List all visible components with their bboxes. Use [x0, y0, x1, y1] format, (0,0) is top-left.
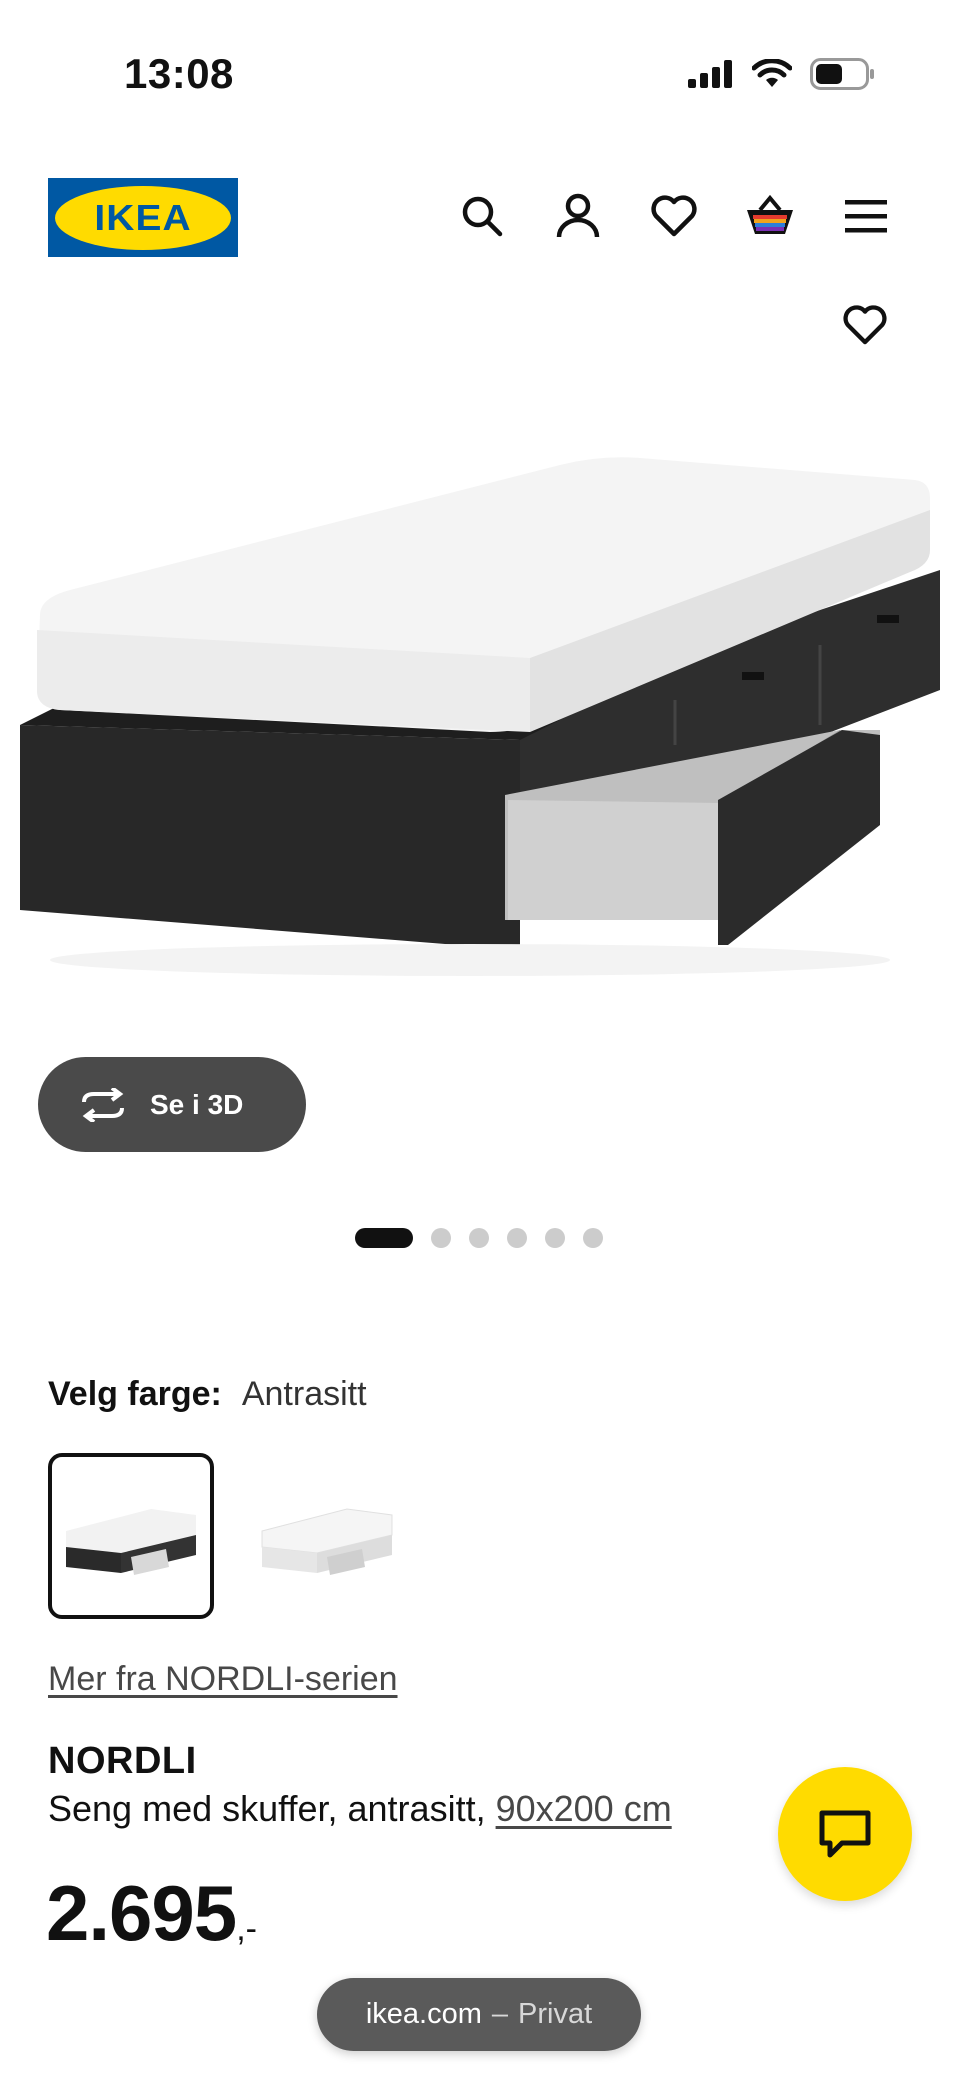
price-value: 2.695 — [46, 1869, 237, 1957]
favourites-icon[interactable] — [646, 188, 702, 244]
see-in-3d-label: Se i 3D — [150, 1088, 244, 1120]
wifi-icon — [752, 59, 792, 87]
search-icon[interactable] — [454, 188, 510, 244]
color-selection-row: Velg farge: Antrasitt — [48, 1375, 367, 1414]
product-name: NORDLI — [48, 1740, 197, 1782]
battery-icon — [810, 58, 874, 90]
url-mode: Privat — [518, 1998, 593, 2030]
swatch-white-image — [261, 1508, 393, 1575]
ikea-logo[interactable]: IKEA — [48, 178, 238, 257]
price-suffix: ,- — [236, 1910, 257, 1948]
product-image[interactable] — [0, 400, 960, 1060]
logo-text: IKEA — [94, 196, 192, 238]
color-swatch-white[interactable] — [244, 1453, 410, 1619]
pager-dot-6[interactable] — [583, 1228, 603, 1248]
chat-button[interactable] — [778, 1767, 912, 1901]
series-link[interactable]: Mer fra NORDLI-serien — [48, 1660, 398, 1699]
rotate-3d-icon — [82, 1087, 124, 1122]
add-to-favourites-icon[interactable] — [837, 297, 893, 353]
product-description-text: Seng med skuffer, antrasitt, — [48, 1788, 496, 1829]
menu-icon[interactable] — [838, 188, 894, 244]
pager-dot-5[interactable] — [545, 1228, 565, 1248]
color-swatch-anthracite[interactable] — [48, 1453, 214, 1619]
swatch-anthracite-image — [66, 1509, 196, 1575]
product-description: Seng med skuffer, antrasitt, 90x200 cm — [48, 1788, 672, 1830]
chat-icon — [819, 1810, 871, 1858]
pager-dot-2[interactable] — [431, 1228, 451, 1248]
logo-oval: IKEA — [55, 185, 231, 250]
product-price: 2.695,- — [46, 1868, 257, 1959]
pager-dot-1[interactable] — [355, 1228, 413, 1248]
gallery-pager — [355, 1228, 603, 1248]
product-size-link[interactable]: 90x200 cm — [496, 1788, 672, 1829]
color-label: Velg farge: — [48, 1375, 222, 1413]
see-in-3d-button[interactable]: Se i 3D — [38, 1057, 306, 1152]
status-time: 13:08 — [124, 50, 234, 97]
pager-dot-3[interactable] — [469, 1228, 489, 1248]
url-domain: ikea.com — [365, 1998, 482, 2030]
browser-url-bar[interactable]: ikea.com – Privat — [317, 1978, 641, 2051]
basket-icon[interactable] — [742, 188, 798, 244]
url-separator: – — [491, 1998, 509, 2030]
pager-dot-4[interactable] — [507, 1228, 527, 1248]
account-icon[interactable] — [550, 188, 606, 244]
signal-icon — [688, 60, 732, 88]
status-icons — [688, 58, 876, 90]
color-value: Antrasitt — [241, 1375, 367, 1413]
